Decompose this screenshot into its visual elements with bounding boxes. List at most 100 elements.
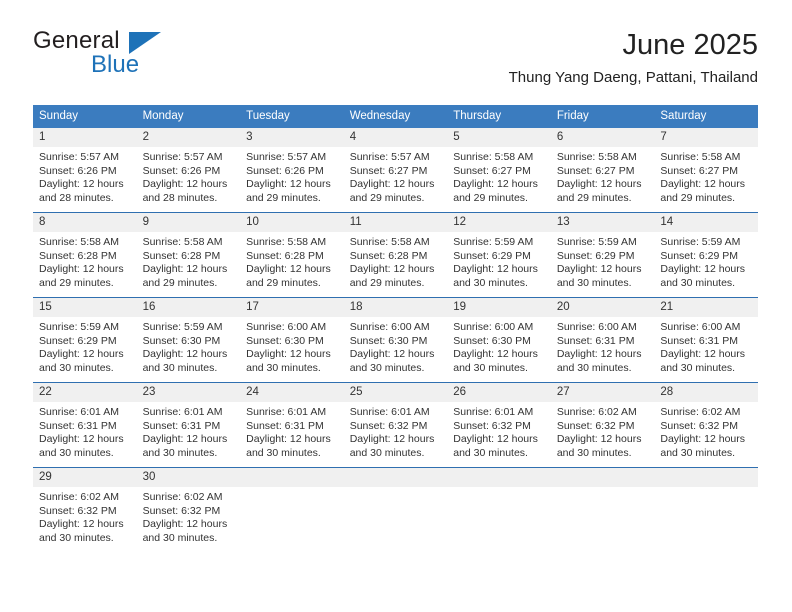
sunset-text: Sunset: 6:27 PM — [556, 164, 635, 177]
day-number: 5 — [447, 128, 551, 147]
day-details: Sunrise: 5:58 AM Sunset: 6:28 PM Dayligh… — [344, 232, 448, 290]
sunrise-text: Sunrise: 5:59 AM — [556, 236, 637, 248]
calendar-week-row: 8 Sunrise: 5:58 AM Sunset: 6:28 PM Dayli… — [33, 212, 758, 298]
general-blue-logo[interactable]: General Blue — [33, 28, 233, 86]
sunrise-text: Sunrise: 5:57 AM — [142, 151, 223, 163]
day-number: 1 — [33, 128, 137, 147]
calendar-day-cell[interactable]: 9 Sunrise: 5:58 AM Sunset: 6:28 PM Dayli… — [136, 212, 241, 298]
calendar-day-cell[interactable]: 18 Sunrise: 6:00 AM Sunset: 6:30 PM Dayl… — [343, 297, 448, 383]
daylight-text: Daylight: 12 hours and 28 minutes. — [142, 178, 228, 204]
calendar-day-cell[interactable]: 29 Sunrise: 6:02 AM Sunset: 6:32 PM Dayl… — [33, 467, 137, 552]
day-details: Sunrise: 6:02 AM Sunset: 6:32 PM Dayligh… — [551, 402, 655, 460]
weekday-header-saturday: Saturday — [654, 105, 758, 128]
sunrise-text: Sunrise: 6:02 AM — [556, 406, 637, 418]
day-number: 2 — [136, 128, 241, 147]
calendar-day-cell[interactable]: 1 Sunrise: 5:57 AM Sunset: 6:26 PM Dayli… — [33, 128, 137, 213]
day-number: 4 — [343, 128, 448, 147]
day-number: 29 — [33, 468, 137, 487]
daylight-text: Daylight: 12 hours and 30 minutes. — [246, 433, 331, 459]
sunset-text: Sunset: 6:28 PM — [349, 249, 428, 262]
sunrise-text: Sunrise: 5:58 AM — [660, 151, 741, 163]
daylight-text: Daylight: 12 hours and 30 minutes. — [142, 348, 228, 374]
day-number — [654, 468, 758, 487]
calendar-week-row: 29 Sunrise: 6:02 AM Sunset: 6:32 PM Dayl… — [33, 467, 758, 552]
daylight-text: Daylight: 12 hours and 30 minutes. — [453, 433, 538, 459]
calendar-day-cell[interactable]: 11 Sunrise: 5:58 AM Sunset: 6:28 PM Dayl… — [343, 212, 448, 298]
calendar-day-cell[interactable]: 21 Sunrise: 6:00 AM Sunset: 6:31 PM Dayl… — [654, 297, 758, 383]
calendar-day-cell[interactable]: 2 Sunrise: 5:57 AM Sunset: 6:26 PM Dayli… — [136, 128, 241, 213]
calendar-day-cell[interactable]: 19 Sunrise: 6:00 AM Sunset: 6:30 PM Dayl… — [447, 297, 551, 383]
logo-text-blue: Blue — [91, 51, 140, 78]
sunset-text: Sunset: 6:31 PM — [660, 334, 739, 347]
calendar-day-cell[interactable]: 5 Sunrise: 5:58 AM Sunset: 6:27 PM Dayli… — [447, 128, 551, 213]
day-number — [550, 468, 655, 487]
calendar-day-cell[interactable]: 7 Sunrise: 5:58 AM Sunset: 6:27 PM Dayli… — [654, 128, 758, 213]
day-details: Sunrise: 5:57 AM Sunset: 6:26 PM Dayligh… — [240, 147, 344, 205]
sunrise-text: Sunrise: 6:00 AM — [556, 321, 637, 333]
sunset-text: Sunset: 6:31 PM — [39, 419, 117, 432]
day-details: Sunrise: 5:59 AM Sunset: 6:29 PM Dayligh… — [654, 232, 758, 290]
calendar-day-cell[interactable]: 30 Sunrise: 6:02 AM Sunset: 6:32 PM Dayl… — [136, 467, 241, 552]
day-details: Sunrise: 6:00 AM Sunset: 6:31 PM Dayligh… — [551, 317, 655, 375]
sunrise-text: Sunrise: 5:59 AM — [142, 321, 223, 333]
calendar-day-cell[interactable]: 26 Sunrise: 6:01 AM Sunset: 6:32 PM Dayl… — [447, 382, 551, 468]
title-block: June 2025 Thung Yang Daeng, Pattani, Tha… — [509, 28, 758, 88]
day-details: Sunrise: 5:58 AM Sunset: 6:27 PM Dayligh… — [447, 147, 551, 205]
day-number: 27 — [550, 383, 655, 402]
daylight-text: Daylight: 12 hours and 30 minutes. — [349, 348, 435, 374]
sunrise-text: Sunrise: 6:00 AM — [246, 321, 327, 333]
calendar-day-cell-empty — [550, 467, 655, 552]
calendar-day-cell[interactable]: 12 Sunrise: 5:59 AM Sunset: 6:29 PM Dayl… — [447, 212, 551, 298]
calendar-day-cell[interactable]: 20 Sunrise: 6:00 AM Sunset: 6:31 PM Dayl… — [550, 297, 655, 383]
day-details: Sunrise: 5:57 AM Sunset: 6:26 PM Dayligh… — [137, 147, 241, 205]
sunset-text: Sunset: 6:30 PM — [349, 334, 428, 347]
day-details: Sunrise: 5:57 AM Sunset: 6:26 PM Dayligh… — [33, 147, 137, 205]
daylight-text: Daylight: 12 hours and 30 minutes. — [142, 518, 228, 544]
calendar-day-cell[interactable]: 10 Sunrise: 5:58 AM Sunset: 6:28 PM Dayl… — [240, 212, 344, 298]
day-details — [344, 487, 448, 491]
sunrise-text: Sunrise: 6:01 AM — [39, 406, 119, 418]
calendar-day-cell[interactable]: 23 Sunrise: 6:01 AM Sunset: 6:31 PM Dayl… — [136, 382, 241, 468]
sunrise-text: Sunrise: 5:58 AM — [246, 236, 327, 248]
daylight-text: Daylight: 12 hours and 30 minutes. — [556, 348, 642, 374]
day-number: 18 — [343, 298, 448, 317]
calendar-day-cell[interactable]: 13 Sunrise: 5:59 AM Sunset: 6:29 PM Dayl… — [550, 212, 655, 298]
day-details: Sunrise: 6:01 AM Sunset: 6:32 PM Dayligh… — [344, 402, 448, 460]
calendar-day-cell[interactable]: 4 Sunrise: 5:57 AM Sunset: 6:27 PM Dayli… — [343, 128, 448, 213]
daylight-text: Daylight: 12 hours and 29 minutes. — [246, 263, 331, 289]
calendar-day-cell[interactable]: 16 Sunrise: 5:59 AM Sunset: 6:30 PM Dayl… — [136, 297, 241, 383]
day-details: Sunrise: 5:58 AM Sunset: 6:27 PM Dayligh… — [551, 147, 655, 205]
calendar-day-cell[interactable]: 17 Sunrise: 6:00 AM Sunset: 6:30 PM Dayl… — [240, 297, 344, 383]
day-number: 11 — [343, 213, 448, 232]
calendar-day-cell[interactable]: 6 Sunrise: 5:58 AM Sunset: 6:27 PM Dayli… — [550, 128, 655, 213]
day-number: 22 — [33, 383, 137, 402]
day-details: Sunrise: 6:01 AM Sunset: 6:31 PM Dayligh… — [240, 402, 344, 460]
day-number: 8 — [33, 213, 137, 232]
calendar-day-cell[interactable]: 15 Sunrise: 5:59 AM Sunset: 6:29 PM Dayl… — [33, 297, 137, 383]
day-details: Sunrise: 6:00 AM Sunset: 6:30 PM Dayligh… — [447, 317, 551, 375]
sunset-text: Sunset: 6:32 PM — [556, 419, 635, 432]
day-number: 10 — [240, 213, 344, 232]
calendar-day-cell[interactable]: 27 Sunrise: 6:02 AM Sunset: 6:32 PM Dayl… — [550, 382, 655, 468]
calendar-day-cell[interactable]: 24 Sunrise: 6:01 AM Sunset: 6:31 PM Dayl… — [240, 382, 344, 468]
calendar-day-cell[interactable]: 22 Sunrise: 6:01 AM Sunset: 6:31 PM Dayl… — [33, 382, 137, 468]
calendar-day-cell[interactable]: 14 Sunrise: 5:59 AM Sunset: 6:29 PM Dayl… — [654, 212, 758, 298]
day-details: Sunrise: 5:59 AM Sunset: 6:30 PM Dayligh… — [137, 317, 241, 375]
sunset-text: Sunset: 6:30 PM — [246, 334, 324, 347]
calendar-day-cell[interactable]: 3 Sunrise: 5:57 AM Sunset: 6:26 PM Dayli… — [240, 128, 344, 213]
day-details: Sunrise: 5:57 AM Sunset: 6:27 PM Dayligh… — [344, 147, 448, 205]
sunrise-text: Sunrise: 6:00 AM — [349, 321, 430, 333]
sunrise-text: Sunrise: 6:01 AM — [349, 406, 430, 418]
day-details: Sunrise: 6:01 AM Sunset: 6:32 PM Dayligh… — [447, 402, 551, 460]
calendar-day-cell[interactable]: 8 Sunrise: 5:58 AM Sunset: 6:28 PM Dayli… — [33, 212, 137, 298]
sunset-text: Sunset: 6:26 PM — [39, 164, 117, 177]
day-number: 19 — [447, 298, 551, 317]
sunset-text: Sunset: 6:32 PM — [349, 419, 428, 432]
calendar-day-cell[interactable]: 28 Sunrise: 6:02 AM Sunset: 6:32 PM Dayl… — [654, 382, 758, 468]
day-details: Sunrise: 6:00 AM Sunset: 6:31 PM Dayligh… — [654, 317, 758, 375]
day-details: Sunrise: 5:58 AM Sunset: 6:28 PM Dayligh… — [240, 232, 344, 290]
calendar-day-cell[interactable]: 25 Sunrise: 6:01 AM Sunset: 6:32 PM Dayl… — [343, 382, 448, 468]
sunrise-text: Sunrise: 6:02 AM — [660, 406, 741, 418]
day-details: Sunrise: 6:00 AM Sunset: 6:30 PM Dayligh… — [344, 317, 448, 375]
day-details: Sunrise: 5:59 AM Sunset: 6:29 PM Dayligh… — [447, 232, 551, 290]
